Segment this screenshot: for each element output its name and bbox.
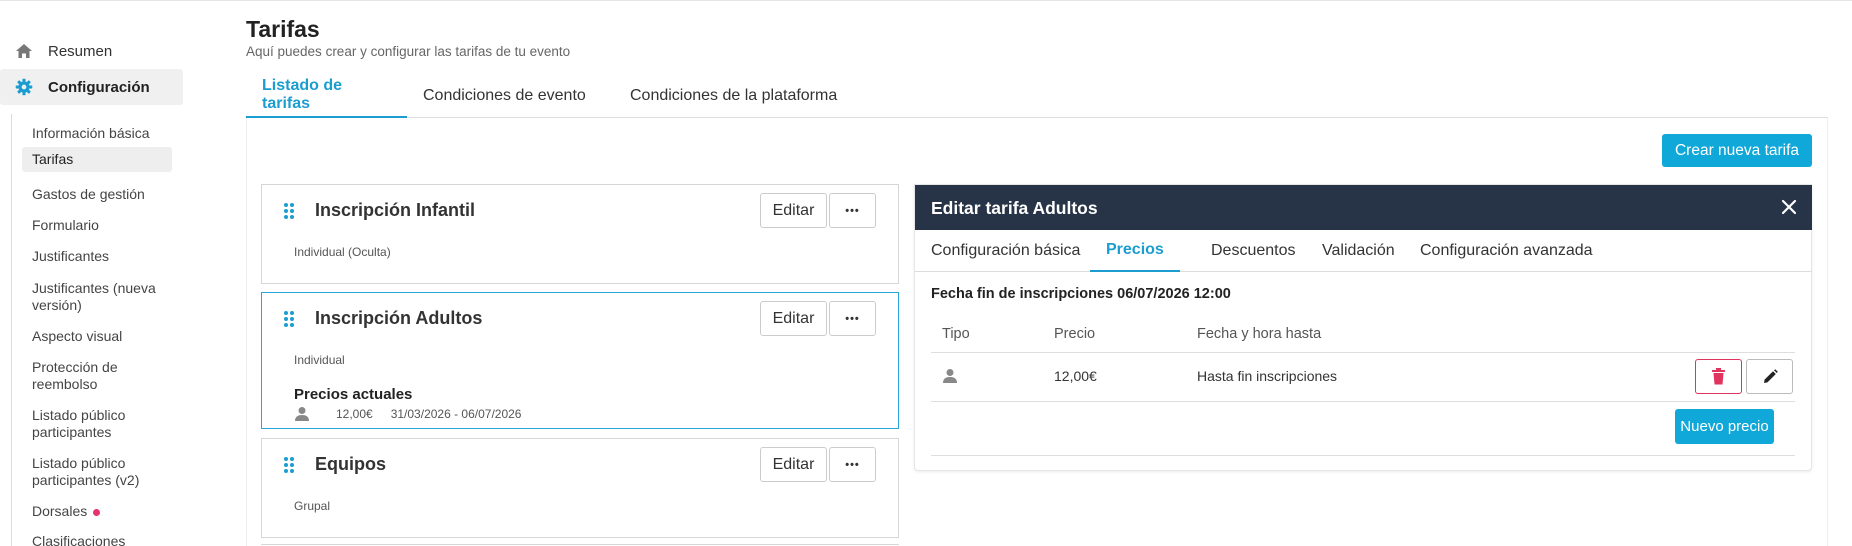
rate-card-adultos: Inscripción Adultos Editar ••• Individua… <box>261 292 899 429</box>
person-icon <box>942 368 958 389</box>
sidebar-subitem-tarifas[interactable]: Tarifas <box>22 147 172 172</box>
current-date-range: 31/03/2026 - 06/07/2026 <box>390 407 522 421</box>
drag-handle-icon[interactable] <box>284 203 294 221</box>
more-options-button[interactable]: ••• <box>829 447 876 482</box>
more-options-button[interactable]: ••• <box>829 301 876 336</box>
until-value: Hasta fin inscripciones <box>1197 368 1338 384</box>
rate-card-equipos: Equipos Editar ••• Grupal <box>261 438 899 538</box>
sidebar-subitem-justificantes-nueva-version[interactable]: Justificantes (nueva versión) <box>22 276 172 318</box>
trash-icon <box>1711 368 1726 385</box>
sidebar-subitem-formulario[interactable]: Formulario <box>22 213 172 238</box>
tab-precios[interactable]: Precios <box>1090 230 1180 272</box>
rate-name: Equipos <box>315 454 386 474</box>
person-icon <box>294 406 314 422</box>
sidebar-item-resumen[interactable]: Resumen <box>0 33 183 69</box>
pencil-icon <box>1762 368 1778 385</box>
drag-handle-icon[interactable] <box>284 457 294 475</box>
edit-panel-header: Editar tarifa Adultos <box>915 185 1812 230</box>
table-divider <box>931 455 1795 456</box>
column-header-fecha: Fecha y hora hasta <box>1197 326 1322 342</box>
rate-type: Individual (Oculta) <box>294 245 391 259</box>
edit-panel-title: Editar tarifa Adultos <box>931 198 1098 218</box>
main-tabs: Listado de tarifas Condiciones de evento… <box>246 74 1828 118</box>
edit-panel-tabs: Configuración básica Precios Descuentos … <box>915 230 1812 272</box>
page-title: Tarifas <box>246 16 320 42</box>
tab-validacion[interactable]: Validación <box>1306 230 1411 272</box>
edit-price-button[interactable] <box>1746 359 1793 394</box>
tab-condiciones-de-evento[interactable]: Condiciones de evento <box>407 74 602 118</box>
sidebar-subitem-informacion-basica[interactable]: Información básica <box>22 121 172 146</box>
notification-dot <box>93 508 101 516</box>
table-divider <box>931 352 1795 353</box>
tab-listado-de-tarifas[interactable]: Listado de tarifas <box>246 74 407 118</box>
registration-deadline: Fecha fin de inscripciones 06/07/2026 12… <box>931 286 1231 302</box>
sidebar-subitem-listado-publico-participantes[interactable]: Listado público participantes <box>22 403 172 445</box>
drag-handle-icon[interactable] <box>284 311 294 329</box>
sidebar-subitem-gastos-de-gestion[interactable]: Gastos de gestión <box>22 182 172 207</box>
close-icon[interactable] <box>1780 198 1798 216</box>
sidebar-item-configuracion[interactable]: Configuración <box>0 69 183 105</box>
tab-condiciones-de-la-plataforma[interactable]: Condiciones de la plataforma <box>614 74 853 118</box>
price-value: 12,00€ <box>1054 368 1097 384</box>
submenu-divider <box>11 114 12 546</box>
sidebar-subitem-dorsales[interactable]: Dorsales <box>22 499 172 524</box>
current-prices-title: Precios actuales <box>294 386 413 403</box>
sidebar-subitem-aspecto-visual[interactable]: Aspecto visual <box>22 324 172 349</box>
tab-configuracion-basica[interactable]: Configuración básica <box>915 230 1096 272</box>
current-price-row: 12,00€ 31/03/2026 - 06/07/2026 <box>294 406 521 422</box>
rate-name: Inscripción Infantil <box>315 200 476 220</box>
rate-name: Inscripción Adultos <box>315 308 483 328</box>
sidebar-subitem-listado-publico-participantes-v2[interactable]: Listado público participantes (v2) <box>22 451 172 493</box>
create-rate-button[interactable]: Crear nueva tarifa <box>1662 134 1812 167</box>
edit-button[interactable]: Editar <box>760 193 827 228</box>
edit-button[interactable]: Editar <box>760 301 827 336</box>
sidebar-subitem-clasificaciones[interactable]: Clasificaciones <box>22 529 172 546</box>
more-options-button[interactable]: ••• <box>829 193 876 228</box>
home-icon <box>0 43 48 59</box>
tab-descuentos[interactable]: Descuentos <box>1195 230 1312 272</box>
edit-rate-panel: Editar tarifa Adultos Configuración bási… <box>914 184 1812 471</box>
gear-icon <box>0 78 48 96</box>
sidebar-subitem-proteccion-de-reembolso[interactable]: Protección de reembolso <box>22 355 172 397</box>
edit-button[interactable]: Editar <box>760 447 827 482</box>
rate-card-infantil: Inscripción Infantil Editar ••• Individu… <box>261 184 899 284</box>
current-price: 12,00€ <box>336 407 373 421</box>
sidebar-subitem-label: Dorsales <box>32 503 88 519</box>
table-divider <box>931 401 1795 402</box>
sidebar-subitem-justificantes[interactable]: Justificantes <box>22 244 172 269</box>
rate-type: Individual <box>294 353 345 367</box>
delete-price-button[interactable] <box>1695 359 1742 394</box>
column-header-precio: Precio <box>1054 326 1096 342</box>
tab-configuracion-avanzada[interactable]: Configuración avanzada <box>1404 230 1609 272</box>
sidebar-item-label: Configuración <box>48 78 150 96</box>
column-header-tipo: Tipo <box>942 326 970 342</box>
sidebar: Resumen Configuración Información básica… <box>0 0 190 546</box>
new-price-button[interactable]: Nuevo precio <box>1675 409 1774 444</box>
rate-type: Grupal <box>294 499 331 513</box>
sidebar-item-label: Resumen <box>48 42 113 60</box>
page-subtitle: Aquí puedes crear y configurar las tarif… <box>246 44 571 59</box>
